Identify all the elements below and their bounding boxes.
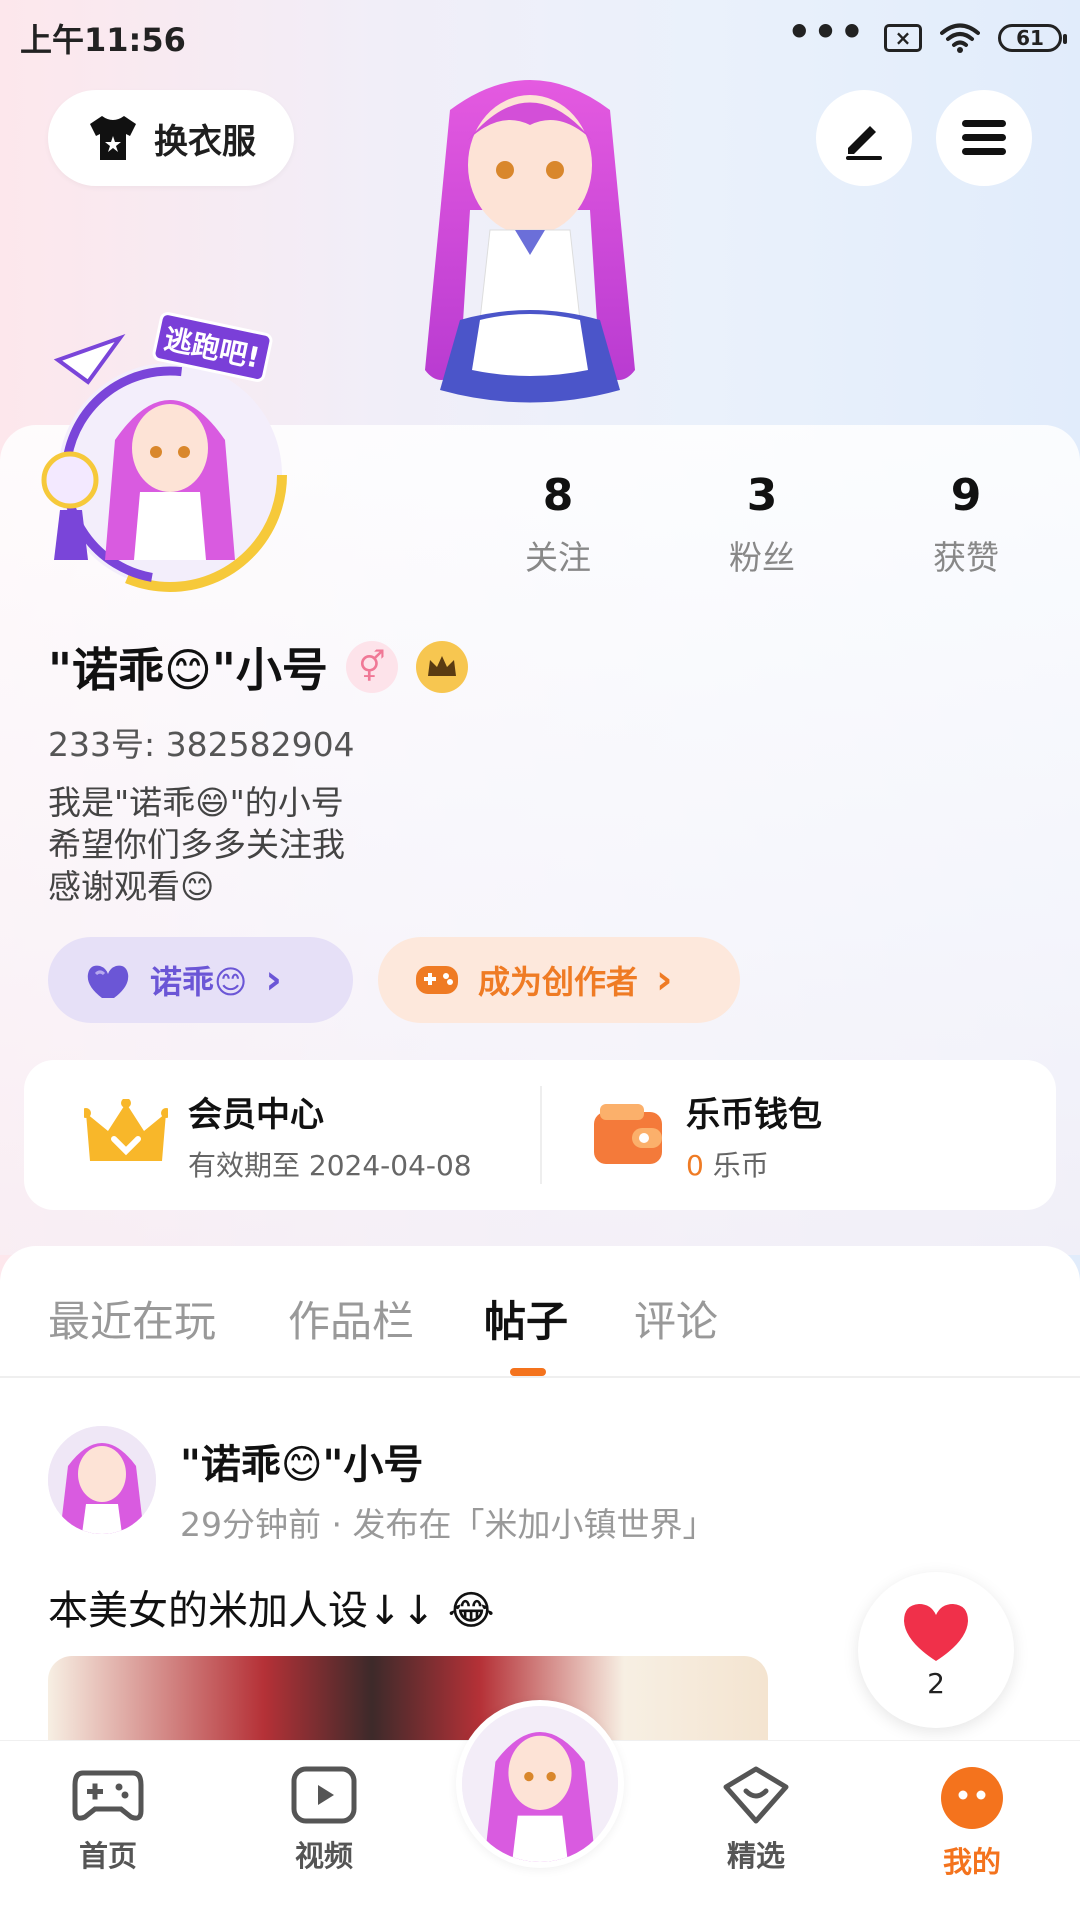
stat-following[interactable]: 8 关注 bbox=[478, 470, 638, 579]
nav-me[interactable]: 我的 bbox=[902, 1765, 1042, 1881]
nav-home[interactable]: 首页 bbox=[38, 1765, 178, 1875]
username: "诺乖😊"小号 bbox=[48, 643, 328, 697]
post-image[interactable] bbox=[48, 1656, 768, 1746]
wallet-icon bbox=[594, 1104, 662, 1164]
active-tab-indicator bbox=[510, 1368, 546, 1376]
menu-button[interactable] bbox=[936, 90, 1032, 186]
bio-line: 感谢观看😊 bbox=[48, 867, 215, 906]
avatar-character-illustration[interactable] bbox=[390, 70, 670, 430]
member-expiry: 有效期至 2024-04-08 bbox=[188, 1148, 472, 1182]
post-author-avatar[interactable] bbox=[48, 1426, 156, 1534]
username-row: "诺乖😊"小号 ⚥ bbox=[48, 634, 468, 700]
wallet-unit: 乐币 bbox=[712, 1148, 769, 1182]
heart-pair-icon bbox=[87, 965, 129, 998]
tab-recently-played[interactable]: 最近在玩 bbox=[48, 1288, 216, 1349]
member-center-button[interactable]: 会员中心 有效期至 2024-04-08 bbox=[84, 1060, 472, 1210]
user-id: 233号: 382582904 bbox=[48, 725, 355, 764]
crown-badge-icon[interactable] bbox=[415, 641, 468, 693]
profile-tabs: 最近在玩 作品栏 帖子 评论 bbox=[0, 1246, 1080, 1378]
heart-icon bbox=[904, 1603, 968, 1661]
no-sim-icon: × bbox=[884, 24, 922, 52]
nav-video-label: 视频 bbox=[294, 1839, 353, 1873]
post-meta: 29分钟前 · 发布在「米加小镇世界」 bbox=[180, 1505, 716, 1544]
fan-group-label: 诺乖😊 bbox=[150, 963, 248, 1001]
like-button[interactable]: 2 bbox=[858, 1572, 1014, 1728]
nav-me-label: 我的 bbox=[942, 1845, 1001, 1879]
tshirt-icon bbox=[90, 116, 136, 160]
stat-followers[interactable]: 3 粉丝 bbox=[682, 470, 842, 579]
tab-comments[interactable]: 评论 bbox=[634, 1288, 718, 1349]
edit-icon bbox=[846, 126, 882, 160]
stat-likes-label: 获赞 bbox=[933, 538, 999, 577]
bio-line: 我是"诺乖😄"的小号 bbox=[48, 783, 344, 822]
stat-followers-value: 3 bbox=[746, 470, 778, 521]
status-bar: 上午11:56 ••• × 61 bbox=[0, 0, 1080, 76]
wallet-button[interactable]: 乐币钱包 0 乐币 bbox=[590, 1060, 822, 1210]
bio-line: 希望你们多多关注我 bbox=[48, 825, 345, 864]
change-outfit-button[interactable]: 换衣服 bbox=[48, 90, 294, 186]
nav-video[interactable]: 视频 bbox=[254, 1765, 394, 1875]
gamepad-icon bbox=[416, 966, 458, 994]
tab-works[interactable]: 作品栏 bbox=[288, 1288, 414, 1349]
nav-home-label: 首页 bbox=[78, 1839, 137, 1873]
wifi-icon bbox=[940, 23, 980, 53]
post-author-name[interactable]: "诺乖😊"小号 bbox=[180, 1432, 423, 1490]
profile-face-icon bbox=[941, 1767, 1003, 1829]
become-creator-button[interactable]: 成为创作者 › bbox=[378, 937, 740, 1023]
wallet-title: 乐币钱包 bbox=[686, 1094, 822, 1135]
chevron-right-icon: › bbox=[656, 957, 673, 1003]
change-outfit-label: 换衣服 bbox=[154, 121, 256, 162]
status-icons: ••• × 61 bbox=[787, 10, 1067, 54]
stat-likes-value: 9 bbox=[950, 470, 982, 521]
stat-followers-label: 粉丝 bbox=[729, 538, 795, 577]
stat-likes[interactable]: 9 获赞 bbox=[886, 470, 1046, 579]
battery-icon: 61 bbox=[998, 24, 1067, 52]
nav-featured-label: 精选 bbox=[726, 1839, 785, 1873]
post-text: 本美女的米加人设↓↓ 😂 bbox=[48, 1588, 495, 1634]
stat-following-value: 8 bbox=[542, 470, 574, 521]
divider bbox=[540, 1086, 542, 1184]
video-icon bbox=[291, 1766, 357, 1824]
like-count: 2 bbox=[927, 1666, 945, 1700]
tab-posts[interactable]: 帖子 bbox=[484, 1288, 568, 1349]
member-center-title: 会员中心 bbox=[188, 1094, 324, 1135]
wallet-balance: 0 乐币 bbox=[686, 1144, 822, 1184]
crown-icon bbox=[84, 1099, 168, 1161]
center-avatar-button[interactable] bbox=[456, 1700, 624, 1868]
fan-group-button[interactable]: 诺乖😊 › bbox=[48, 937, 353, 1023]
edit-profile-button[interactable] bbox=[816, 90, 912, 186]
heart-badge-icon bbox=[723, 1766, 789, 1824]
stat-following-label: 关注 bbox=[525, 538, 591, 577]
gamepad-icon bbox=[72, 1770, 144, 1821]
profile-screen: 上午11:56 ••• × 61 换衣服 逃跑吧! 8 关注 3 粉丝 9 获赞… bbox=[0, 0, 1080, 1920]
menu-icon bbox=[962, 120, 1006, 155]
user-bio: 我是"诺乖😄"的小号 希望你们多多关注我 感谢观看😊 bbox=[48, 782, 345, 908]
chevron-right-icon: › bbox=[265, 957, 282, 1003]
become-creator-label: 成为创作者 bbox=[478, 963, 639, 1001]
member-wallet-card: 会员中心 有效期至 2024-04-08 乐币钱包 0 乐币 bbox=[24, 1060, 1056, 1210]
wallet-amount: 0 bbox=[686, 1148, 704, 1182]
more-dots-icon: ••• bbox=[787, 10, 866, 54]
nav-featured[interactable]: 精选 bbox=[686, 1765, 826, 1875]
gender-female-icon: ⚥ bbox=[345, 641, 398, 693]
status-time: 上午11:56 bbox=[20, 21, 186, 59]
